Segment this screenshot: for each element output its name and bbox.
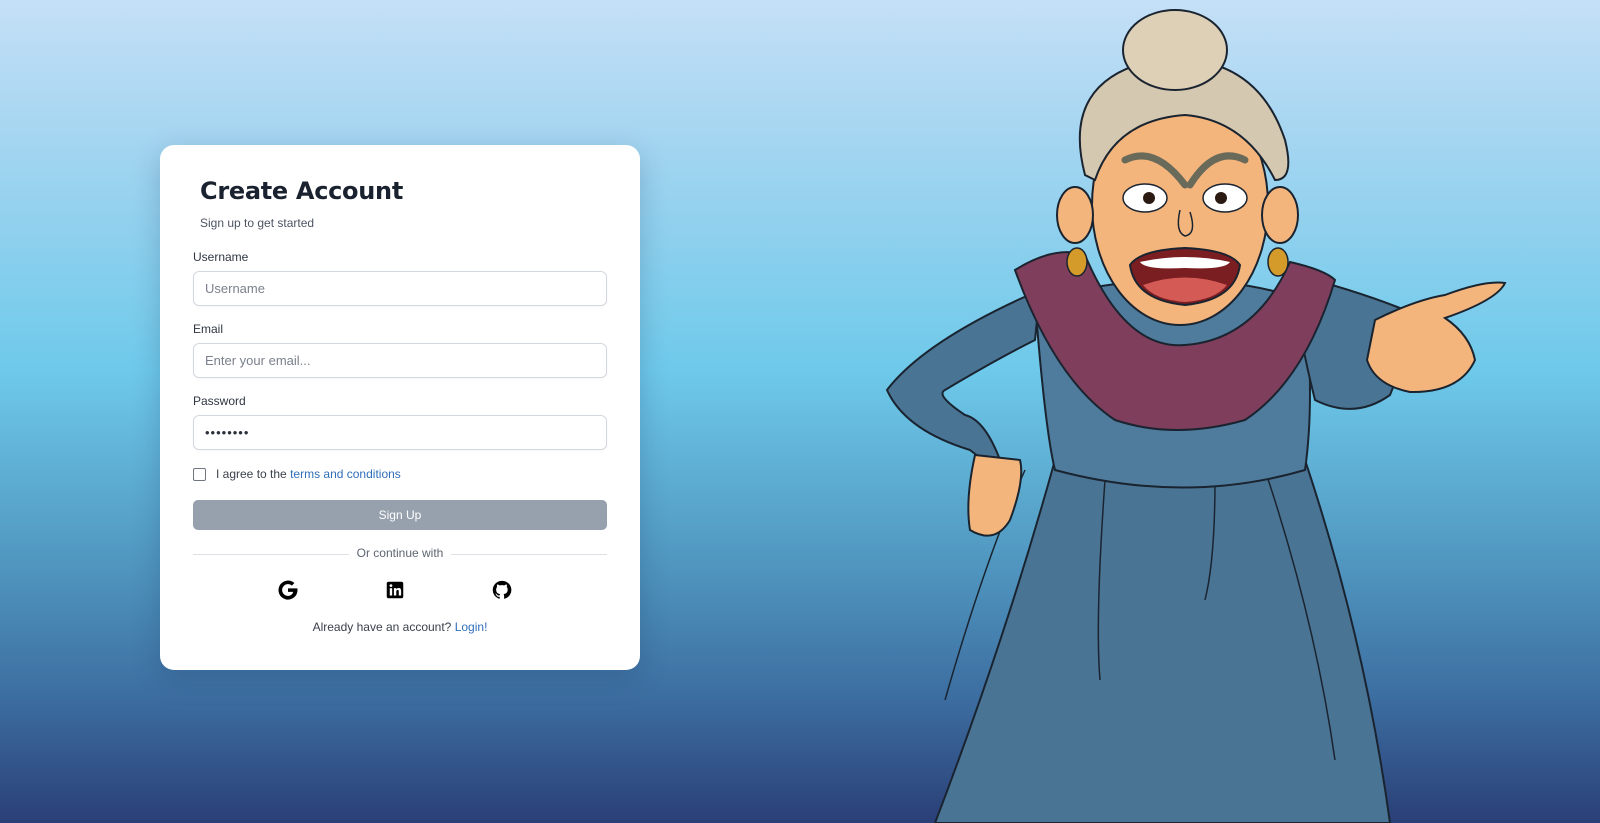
page-title: Create Account xyxy=(200,177,403,205)
login-prompt-text: Already have an account? xyxy=(312,620,455,634)
signup-card: Create Account Sign up to get started Us… xyxy=(160,145,640,670)
email-label: Email xyxy=(193,322,224,336)
terms-prefix: I agree to the xyxy=(216,467,291,481)
google-icon xyxy=(278,580,298,600)
divider-text: Or continue with xyxy=(348,546,452,560)
linkedin-icon xyxy=(386,581,404,599)
login-link[interactable]: Login! xyxy=(455,620,488,634)
username-input[interactable] xyxy=(193,271,607,306)
github-icon xyxy=(492,580,512,599)
password-label: Password xyxy=(193,394,246,408)
github-login-button[interactable] xyxy=(491,579,513,601)
email-input[interactable] xyxy=(193,343,607,378)
terms-text: I agree to the terms and conditions xyxy=(216,467,401,481)
terms-link[interactable]: terms and conditions xyxy=(290,467,401,481)
login-prompt: Already have an account? Login! xyxy=(160,620,640,634)
linkedin-login-button[interactable] xyxy=(384,579,406,601)
sign-up-button[interactable]: Sign Up xyxy=(193,500,607,530)
or-divider: Or continue with xyxy=(193,546,607,560)
terms-checkbox[interactable] xyxy=(193,468,206,481)
google-login-button[interactable] xyxy=(277,579,299,601)
angry-grandmother-illustration xyxy=(885,9,1507,823)
page-subtitle: Sign up to get started xyxy=(200,216,315,230)
password-input[interactable] xyxy=(193,415,607,450)
username-label: Username xyxy=(193,250,249,264)
